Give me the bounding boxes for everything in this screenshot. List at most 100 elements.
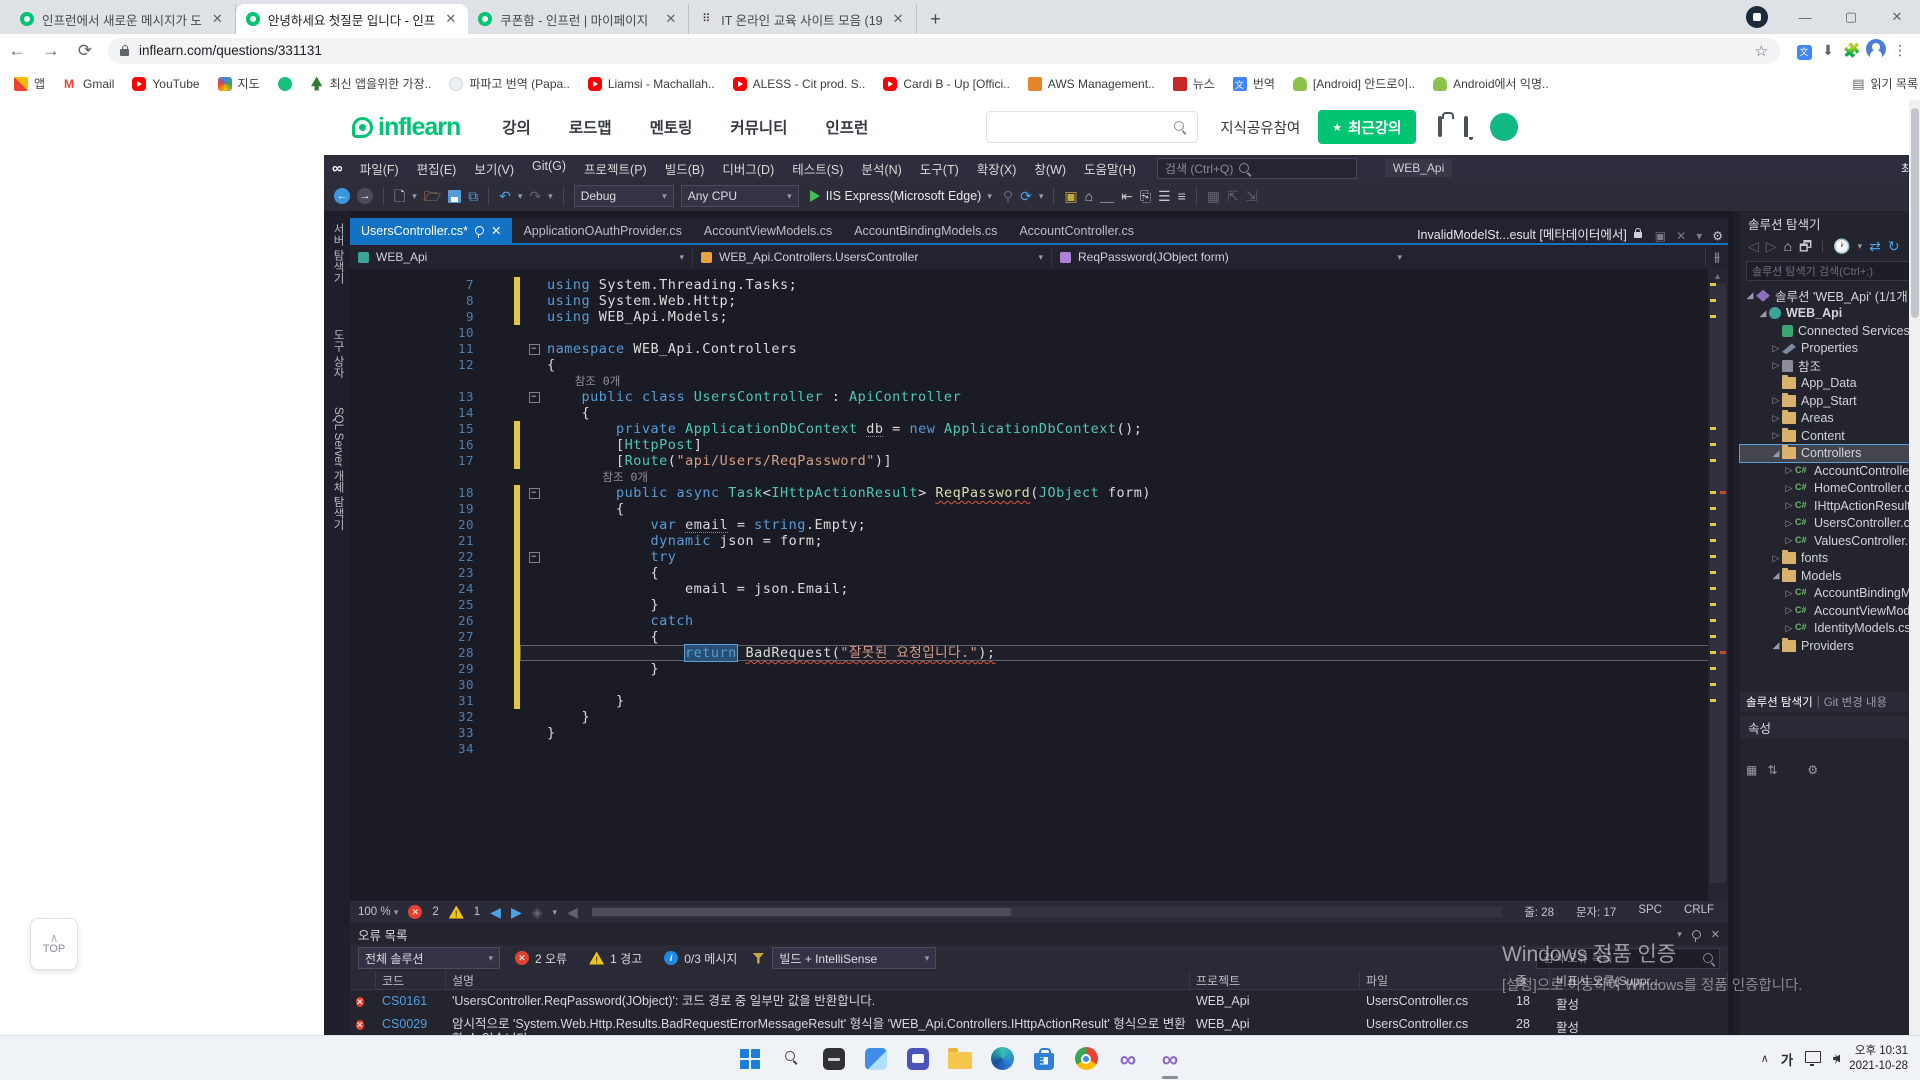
error-scope-dropdown[interactable]: 전체 솔루션 ▾: [358, 947, 500, 969]
error-row[interactable]: ✕ CS0161 'UsersController.ReqPassword(JO…: [350, 990, 1728, 1013]
panel-dropdown-icon[interactable]: ▾: [1677, 929, 1682, 940]
new-tab-button[interactable]: +: [923, 6, 949, 32]
tree-item-connected-services[interactable]: Connected Services: [1740, 322, 1914, 340]
pin-icon[interactable]: [1691, 929, 1701, 942]
chevron-collapsed-icon[interactable]: ▷: [1783, 535, 1795, 546]
solution-explorer-search-input[interactable]: 솔루션 탐색기 검색(Ctrl+;): [1746, 261, 1914, 281]
site-nav-item[interactable]: 강의: [502, 116, 531, 138]
taskbar-start-icon[interactable]: [737, 1046, 763, 1072]
bookmark-item[interactable]: 번역: [1232, 75, 1275, 92]
code-line[interactable]: 34: [350, 741, 1728, 757]
warnings-filter-button[interactable]: ! 1 경고: [582, 948, 649, 969]
pending-changes-icon[interactable]: 🕐: [1833, 238, 1850, 254]
sql-server-object-explorer-tab[interactable]: SQL Server 개체 탐색기: [330, 407, 346, 531]
warning-count-icon[interactable]: !: [448, 905, 464, 919]
taskbar-dark-app-icon[interactable]: [821, 1046, 847, 1072]
bookmark-item[interactable]: [Android] 안드로이..: [1292, 75, 1415, 92]
back-icon[interactable]: ◁: [1748, 238, 1759, 254]
sync-with-active-document-icon[interactable]: ↻: [1888, 238, 1900, 254]
tree-item-valuescontroller-cs[interactable]: ▷ ValuesController.cs: [1740, 532, 1914, 550]
vs-menu-item[interactable]: 편집(E): [408, 159, 466, 178]
tree-item-homecontroller-cs[interactable]: ▷ HomeController.cs: [1740, 480, 1914, 498]
browser-tab[interactable]: 쿠폰함 - 인프런 | 마이페이지 ✕: [468, 4, 690, 34]
redo-icon[interactable]: ↷: [529, 188, 541, 204]
fold-collapse-icon[interactable]: −: [528, 487, 540, 499]
profile-avatar[interactable]: [1864, 39, 1888, 62]
document-tab[interactable]: UsersController.cs* ✕: [350, 218, 513, 243]
vs-menu-item[interactable]: 빌드(B): [656, 159, 714, 178]
code-line[interactable]: 20 var email = string.Empty;: [350, 517, 1728, 533]
property-pages-icon[interactable]: ⚙: [1807, 763, 1818, 777]
code-line[interactable]: 16 [HttpPost]: [350, 437, 1728, 453]
tree-item-areas[interactable]: ▷ Areas: [1740, 410, 1914, 428]
breadcrumb-project[interactable]: WEB_Api ▾: [350, 247, 693, 267]
forward-icon[interactable]: ▷: [1766, 238, 1777, 254]
undo-icon[interactable]: ↶: [499, 188, 511, 204]
code-line[interactable]: 9 using WEB_Api.Models;: [350, 309, 1728, 325]
code-line[interactable]: 29 }: [350, 661, 1728, 677]
tab-close-icon[interactable]: ✕: [891, 11, 906, 27]
site-nav-item[interactable]: 로드맵: [569, 116, 612, 138]
code-editor[interactable]: 7 using System.Threading.Tasks; 8 using …: [350, 269, 1728, 901]
navigate-forward-icon[interactable]: →: [357, 188, 373, 204]
code-line[interactable]: 18 − public async Task<IHttpActionResult…: [350, 485, 1728, 501]
switch-views-icon[interactable]: 🗗: [1799, 238, 1812, 254]
column-header[interactable]: 코드: [376, 971, 446, 989]
indent-less-icon[interactable]: ☰: [1158, 188, 1171, 204]
code-line[interactable]: 31 }: [350, 693, 1728, 709]
tree-item-providers[interactable]: ◢ Providers: [1740, 637, 1914, 655]
open-file-icon[interactable]: 🗁: [424, 188, 441, 204]
bookmark-item[interactable]: YouTube: [132, 76, 200, 91]
solution-config-dropdown[interactable]: Debug ▾: [573, 185, 674, 207]
page-scrollbar[interactable]: [1909, 100, 1920, 1035]
bookmark-item[interactable]: 파파고 번역 (Papa..: [449, 75, 570, 92]
knowledge-share-link[interactable]: 지식공유참여: [1220, 117, 1300, 138]
inflearn-logo[interactable]: inflearn: [352, 113, 461, 142]
extension-icon[interactable]: ⬇: [1816, 42, 1840, 59]
tree-item-accountviewmodels-cs[interactable]: ▷ AccountViewModels.cs: [1740, 602, 1914, 620]
window-close-button[interactable]: ✕: [1874, 9, 1920, 25]
bookmark-item[interactable]: Liamsi - Machallah..: [587, 76, 715, 91]
step-over-icon[interactable]: ⇲: [1246, 188, 1258, 204]
tree-item-솔루션-web-api-1-1개-프로젝트-[interactable]: ◢ 솔루션 'WEB_Api' (1/1개 프로젝트): [1740, 287, 1914, 305]
chevron-collapsed-icon[interactable]: ▷: [1770, 343, 1782, 354]
tree-item-models[interactable]: ◢ Models: [1740, 567, 1914, 585]
tree-item-accountcontroller-cs[interactable]: ▷ AccountController.cs: [1740, 462, 1914, 480]
solution-explorer-bottom-tab[interactable]: 솔루션 탐색기: [1746, 694, 1813, 710]
error-row[interactable]: ✕ CS0029 암시적으로 'System.Web.Http.Results.…: [350, 1013, 1728, 1035]
forward-icon[interactable]: →: [34, 41, 68, 61]
code-line[interactable]: 19 {: [350, 501, 1728, 517]
chevron-expanded-icon[interactable]: ◢: [1744, 290, 1756, 301]
error-code[interactable]: CS0161: [376, 994, 446, 1008]
navigate-forward-edit-icon[interactable]: ▶: [511, 904, 522, 920]
filter-icon[interactable]: [752, 952, 765, 964]
diff-margin-icon[interactable]: ◈: [532, 904, 543, 920]
bookmark-item[interactable]: 지도: [217, 75, 260, 92]
tab-close-icon[interactable]: ✕: [443, 11, 458, 27]
code-line[interactable]: 10: [350, 325, 1728, 341]
uncomment-icon[interactable]: ⇱: [1227, 188, 1239, 204]
chevron-collapsed-icon[interactable]: ▷: [1783, 465, 1795, 476]
ime-indicator[interactable]: 가: [1781, 1049, 1793, 1069]
chevron-collapsed-icon[interactable]: ▷: [1783, 605, 1795, 616]
package-manager-icon[interactable]: ▣: [1064, 188, 1077, 204]
tree-item-userscontroller-cs[interactable]: ▷ UsersController.cs: [1740, 515, 1914, 533]
code-line[interactable]: 11 − namespace WEB_Api.Controllers: [350, 341, 1728, 357]
vs-menu-item[interactable]: 프로젝트(P): [575, 159, 656, 178]
scroll-to-top-button[interactable]: ∧ TOP: [30, 918, 78, 970]
chevron-expanded-icon[interactable]: ◢: [1757, 308, 1769, 319]
media-controls-icon[interactable]: [1746, 6, 1768, 28]
tree-item-accountbindingmodels-cs[interactable]: ▷ AccountBindingModels.cs: [1740, 585, 1914, 603]
vs-menu-item[interactable]: 창(W): [1025, 159, 1075, 178]
navigate-cursor-icon[interactable]: ⇤: [1121, 188, 1133, 204]
bookmark-item[interactable]: 최신 앱을위한 가장..: [310, 75, 431, 92]
tree-item-참조[interactable]: ▷ 참조: [1740, 357, 1914, 375]
window-minimize-button[interactable]: —: [1782, 10, 1828, 25]
vs-menu-item[interactable]: 도움말(H): [1075, 159, 1145, 178]
site-nav-item[interactable]: 인프런: [825, 116, 868, 138]
restart-icon[interactable]: ⟳: [1020, 188, 1032, 204]
server-explorer-tab[interactable]: 서버 탐색기: [330, 223, 346, 284]
translate-extension-icon[interactable]: 文: [1792, 42, 1816, 60]
vs-search-box[interactable]: 검색 (Ctrl+Q): [1156, 157, 1357, 179]
tab-close-icon[interactable]: ✕: [210, 11, 225, 27]
